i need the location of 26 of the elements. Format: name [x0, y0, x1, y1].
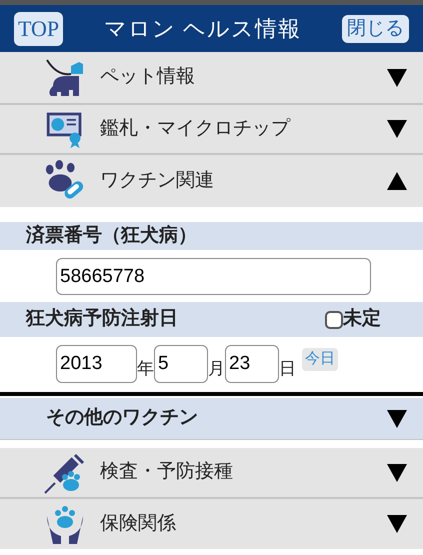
top-button[interactable]: TOP [14, 12, 64, 46]
menu-row[interactable]: ワクチン関連 [0, 153, 423, 207]
checkbox-label: 未定 [343, 306, 381, 332]
section-header[interactable]: その他のワクチン [0, 398, 423, 440]
field-label: 狂犬病予防注射日 [26, 306, 179, 332]
menu-label: 検査・予防接種 [100, 460, 234, 484]
undecided-checkbox[interactable] [325, 310, 343, 328]
month-field[interactable]: 5 [154, 345, 208, 383]
day-field[interactable]: 23 [225, 345, 279, 383]
close-button[interactable]: 閉じる [342, 14, 409, 42]
unit-label: 月 [208, 358, 225, 380]
menu-row[interactable]: 鑑札・マイクロチップ [0, 103, 423, 153]
menu-label: ワクチン関連 [100, 168, 215, 193]
menu-row[interactable]: ペット情報 [0, 52, 423, 103]
menu-row[interactable]: 保険関係 [0, 497, 423, 549]
field-label: 済票番号（狂犬病） [26, 224, 197, 248]
unit-label: 日 [279, 358, 296, 380]
menu-label: 鑑札・マイクロチップ [100, 116, 292, 141]
app-title: マロン ヘルス情報 [104, 15, 302, 43]
menu-label: 保険関係 [100, 512, 177, 536]
tag-number-field[interactable]: 58665778 [56, 258, 371, 295]
menu-label: ペット情報 [100, 65, 196, 90]
unit-label: 年 [137, 358, 154, 380]
year-field[interactable]: 2013 [56, 345, 137, 383]
section-title: その他のワクチン [46, 406, 199, 430]
menu-row[interactable]: 検査・予防接種 [0, 448, 423, 497]
